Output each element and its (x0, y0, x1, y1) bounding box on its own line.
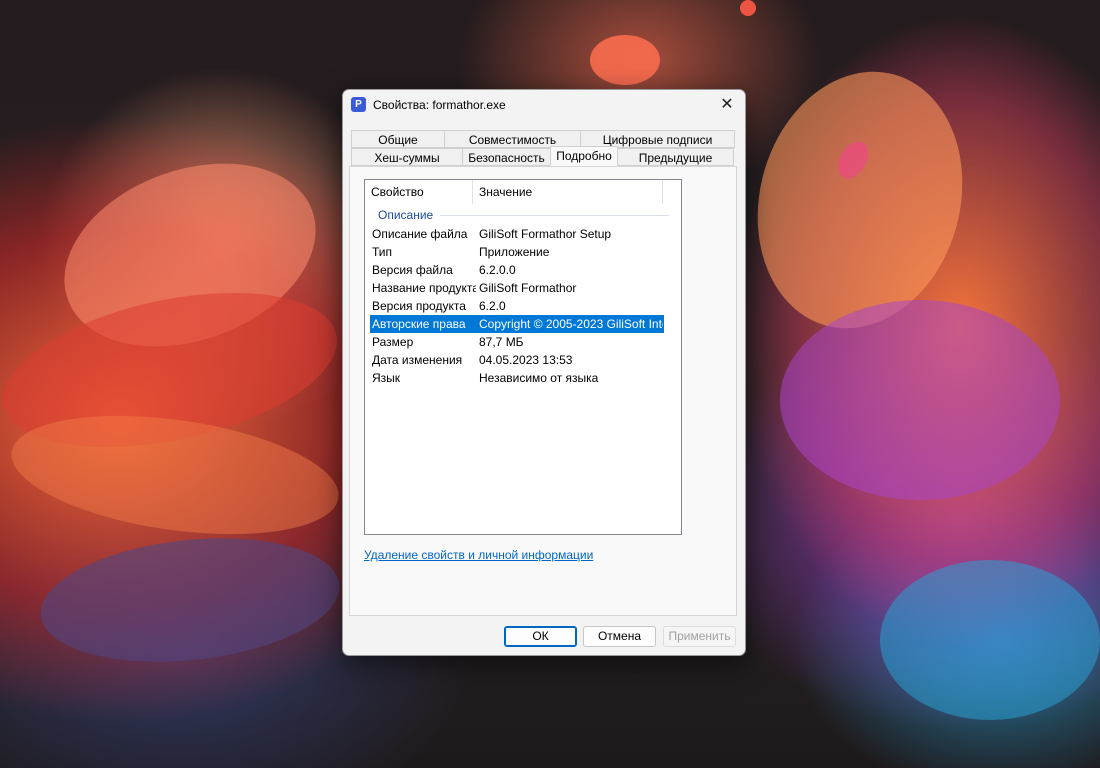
row-value: 6.2.0 (479, 299, 506, 313)
row-key: Авторские права (372, 317, 466, 331)
group-divider (440, 215, 669, 216)
row-value: Copyright © 2005-2023 GiliSoft Inte... (479, 317, 663, 331)
list-row-language[interactable]: Язык Независимо от языка (370, 369, 664, 387)
column-value[interactable]: Значение (473, 180, 663, 204)
tab-security[interactable]: Безопасность (462, 148, 551, 166)
list-row-file-version[interactable]: Версия файла 6.2.0.0 (370, 261, 664, 279)
list-row-date-modified[interactable]: Дата изменения 04.05.2023 13:53 (370, 351, 664, 369)
close-button[interactable]: ✕ (709, 90, 745, 120)
row-key: Версия продукта (372, 299, 466, 313)
list-row-product-name[interactable]: Название продукта GiliSoft Formathor (370, 279, 664, 297)
row-value: Независимо от языка (479, 371, 599, 385)
properties-dialog: P Свойства: formathor.exe ✕ Общие Совмес… (342, 89, 746, 656)
tab-file-hashes[interactable]: Хеш-суммы файлов (351, 148, 463, 183)
row-key: Дата изменения (372, 353, 463, 367)
tab-general[interactable]: Общие (351, 130, 445, 148)
row-key: Язык (372, 371, 401, 385)
list-row-size[interactable]: Размер 87,7 МБ (370, 333, 664, 351)
row-value: GiliSoft Formathor (479, 281, 577, 295)
row-key: Размер (372, 335, 414, 349)
row-value: 6.2.0.0 (479, 263, 516, 277)
app-p-icon: P (351, 97, 366, 112)
row-key: Тип (372, 245, 393, 259)
window-title: Свойства: formathor.exe (373, 98, 506, 112)
remove-properties-link[interactable]: Удаление свойств и личной информации (364, 548, 593, 562)
row-key: Версия файла (372, 263, 453, 277)
group-description[interactable]: Описание (365, 206, 681, 224)
list-row-file-description[interactable]: Описание файла GiliSoft Formathor Setup (370, 225, 664, 243)
row-key: Название продукта (372, 281, 476, 295)
cancel-button[interactable]: Отмена (583, 626, 656, 647)
list-row-product-version[interactable]: Версия продукта 6.2.0 (370, 297, 664, 315)
row-value: GiliSoft Formathor Setup (479, 227, 612, 241)
tab-details[interactable]: Подробно (550, 146, 618, 166)
column-property[interactable]: Свойство (365, 180, 473, 204)
list-row-copyright[interactable]: Авторские права Copyright © 2005-2023 Gi… (370, 315, 664, 333)
details-list[interactable]: Свойство Значение Описание Описание файл… (364, 179, 682, 535)
tab-previous-versions[interactable]: Предыдущие версии (617, 148, 734, 183)
row-value: Приложение (479, 245, 550, 259)
row-key: Описание файла (372, 227, 468, 241)
list-row-type[interactable]: Тип Приложение (370, 243, 664, 261)
title-bar: P Свойства: formathor.exe ✕ (343, 90, 745, 120)
row-value: 04.05.2023 13:53 (479, 353, 573, 367)
apply-button[interactable]: Применить (663, 626, 736, 647)
list-header: Свойство Значение (365, 180, 681, 204)
row-value: 87,7 МБ (479, 335, 524, 349)
ok-button[interactable]: ОК (504, 626, 577, 647)
group-label: Описание (378, 208, 434, 222)
